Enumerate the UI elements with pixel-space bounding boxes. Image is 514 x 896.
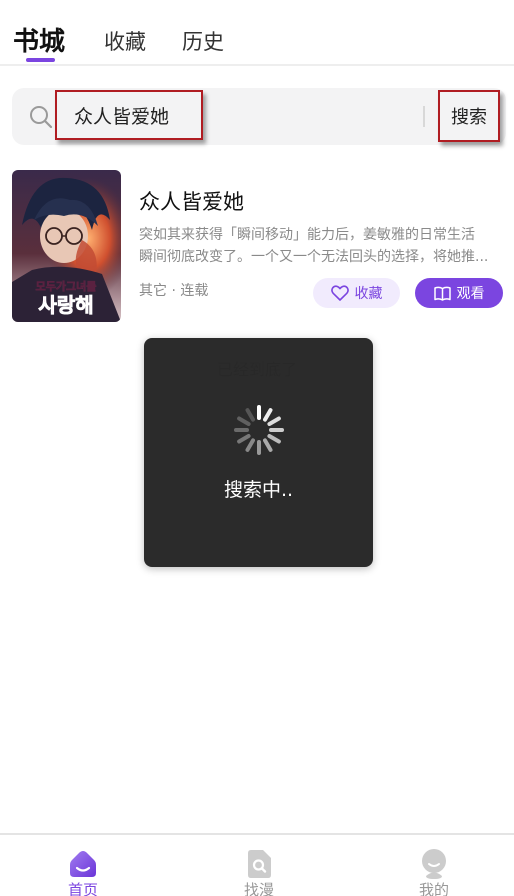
book-cover[interactable]: 모두가그녀를 사랑해 <box>12 170 121 322</box>
search-divider <box>423 106 425 127</box>
loading-toast: 搜索中.. <box>144 338 373 567</box>
loading-spinner-icon <box>234 405 284 455</box>
book-title[interactable]: 众人皆爱她 <box>139 186 244 216</box>
search-input[interactable] <box>55 90 203 140</box>
search-bar: 搜索 <box>12 88 506 145</box>
nav-item-find[interactable]: 找漫 <box>209 835 309 896</box>
search-button[interactable]: 搜索 <box>438 90 500 142</box>
cover-title-line2: 사랑해 <box>38 293 93 317</box>
tab-favorites[interactable]: 收藏 <box>104 26 146 56</box>
favorite-button[interactable]: 收藏 <box>313 278 400 308</box>
book-meta: 其它 · 连载 <box>139 283 209 299</box>
profile-icon <box>422 849 446 879</box>
home-icon <box>70 851 96 877</box>
top-tab-bar: 书城 收藏 历史 <box>0 0 514 66</box>
book-open-icon <box>433 286 451 301</box>
bottom-nav: 首页 找漫 我的 <box>0 833 514 896</box>
nav-label-home: 首页 <box>67 881 98 896</box>
heart-icon <box>330 285 349 301</box>
favorite-button-label: 收藏 <box>354 286 383 302</box>
view-button[interactable]: 观看 <box>415 278 503 308</box>
loading-text: 搜索中.. <box>223 479 294 501</box>
book-description-line: 突如其来获得「瞬间移动」能力后，姜敏雅的日常生活 <box>139 227 475 243</box>
tab-active-indicator <box>26 58 55 62</box>
cover-title-line1: 모두가그녀를 <box>36 279 97 293</box>
nav-label-find: 找漫 <box>243 881 274 896</box>
search-result-item[interactable]: 모두가그녀를 사랑해 众人皆爱她 突如其来获得「瞬间移动」能力后，姜敏雅的日常生… <box>12 170 506 322</box>
tab-bookstore[interactable]: 书城 <box>13 21 65 58</box>
tab-history[interactable]: 历史 <box>182 26 224 56</box>
book-description: 突如其来获得「瞬间移动」能力后，姜敏雅的日常生活 瞬间彻底改变了。一个又一个无法… <box>139 224 501 268</box>
search-icon <box>30 106 53 129</box>
view-button-label: 观看 <box>456 286 485 302</box>
nav-item-profile[interactable]: 我的 <box>384 835 484 896</box>
nav-label-profile: 我的 <box>418 881 449 896</box>
nav-item-home[interactable]: 首页 <box>33 835 133 896</box>
find-comic-icon <box>248 850 271 878</box>
book-description-line: 瞬间彻底改变了。一个又一个无法回头的选择，将她推... <box>139 249 489 265</box>
